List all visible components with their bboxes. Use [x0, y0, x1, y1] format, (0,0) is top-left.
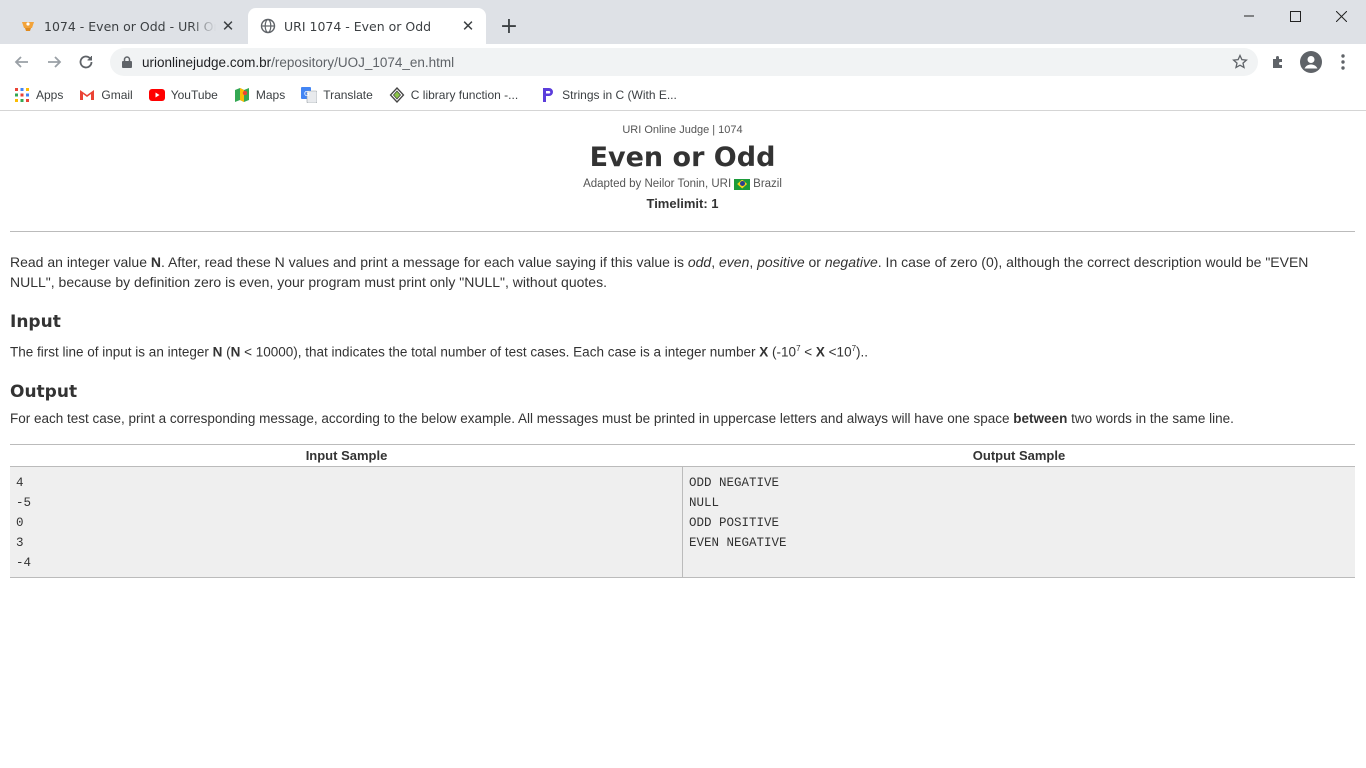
desc-bold-n: N	[150, 254, 161, 270]
bookmark-c-library[interactable]: C library function -...	[389, 87, 518, 103]
bookmark-gmail[interactable]: Gmail	[79, 87, 133, 103]
svg-text:G: G	[304, 90, 309, 98]
problem-description: Read an integer value N. After, read the…	[10, 252, 1355, 292]
bookmark-label: Maps	[255, 88, 286, 102]
desc-text: ,	[749, 254, 758, 270]
desc-text: ,	[711, 254, 719, 270]
problem-author: Adapted by Neilor Tonin, URI Brazil	[10, 178, 1355, 190]
desc-odd: odd	[687, 254, 712, 270]
tab-uri-judge[interactable]: 1074 - Even or Odd - URI Online Judge ✕	[8, 8, 246, 44]
input-sample-cell: 4 -5 0 3 -4	[10, 466, 683, 577]
maximize-icon[interactable]	[1272, 0, 1318, 32]
input-bold: N	[230, 344, 241, 360]
input-text: )..	[856, 344, 869, 360]
bookmark-maps[interactable]: Maps	[234, 87, 285, 103]
desc-positive: positive	[757, 254, 805, 270]
input-text: (	[222, 344, 231, 360]
tab-active[interactable]: URI 1074 - Even or Odd ✕	[248, 8, 486, 44]
input-text: < 10000), that indicates the total numbe…	[240, 344, 760, 360]
output-description: For each test case, print a correspondin…	[10, 410, 1355, 428]
address-bar[interactable]: urionlinejudge.com.br/repository/UOJ_107…	[110, 48, 1258, 76]
bookmark-apps[interactable]: Apps	[14, 87, 63, 103]
samples-table: Input Sample Output Sample 4 -5 0 3 -4 O…	[10, 443, 1355, 578]
url-host: urionlinejudge.com.br	[142, 54, 272, 70]
bookmark-translate[interactable]: G Translate	[301, 87, 373, 103]
youtube-icon	[148, 87, 165, 103]
output-sample-header: Output Sample	[972, 447, 1066, 463]
author-country: Brazil	[753, 178, 782, 190]
tab-strip: 1074 - Even or Odd - URI Online Judge ✕ …	[0, 0, 1366, 44]
input-bold: X	[815, 344, 825, 360]
apps-grid-icon	[14, 87, 30, 103]
bookmark-label: YouTube	[170, 88, 218, 102]
bookmark-label: Strings in C (With E...	[562, 88, 677, 102]
problem-page: URI Online Judge | 1074 Even or Odd Adap…	[10, 112, 1355, 578]
desc-text: . After, read these N values and print a…	[161, 254, 688, 270]
c-library-icon	[389, 87, 405, 103]
desc-even: even	[719, 254, 750, 270]
menu-kebab-icon[interactable]	[1329, 48, 1357, 76]
maps-icon	[234, 87, 250, 103]
back-arrow-icon[interactable]	[8, 48, 36, 76]
tab-title: URI 1074 - Even or Odd	[284, 18, 432, 34]
bookmark-label: Gmail	[101, 88, 133, 102]
output-text: two words in the same line.	[1067, 410, 1234, 426]
forward-arrow-icon[interactable]	[40, 48, 68, 76]
extensions-puzzle-icon[interactable]	[1264, 48, 1292, 76]
brazil-flag-icon	[734, 178, 751, 190]
close-tab-icon[interactable]: ✕	[456, 14, 480, 38]
output-bold: between	[1013, 410, 1068, 426]
profile-avatar-icon[interactable]	[1297, 48, 1325, 76]
input-heading: Input	[10, 312, 61, 332]
input-text: The first line of input is an integer	[10, 344, 213, 360]
translate-icon: G	[301, 87, 318, 103]
samples-header-row: Input Sample Output Sample	[10, 445, 1355, 467]
samples-body-row: 4 -5 0 3 -4 ODD NEGATIVE NULL ODD POSITI…	[10, 466, 1355, 577]
input-description: The first line of input is an integer N …	[10, 340, 1355, 362]
url-text: urionlinejudge.com.br/repository/UOJ_107…	[142, 55, 454, 70]
close-tab-icon[interactable]: ✕	[216, 14, 240, 38]
bookmark-label: Apps	[36, 88, 64, 102]
problem-header: URI Online Judge | 1074 Even or Odd Adap…	[10, 112, 1355, 211]
browser-toolbar: urionlinejudge.com.br/repository/UOJ_107…	[0, 44, 1366, 80]
gmail-icon	[79, 87, 95, 103]
bookmark-strings-in-c[interactable]: Strings in C (With E...	[540, 87, 677, 103]
input-sample-code: 4 -5 0 3 -4	[16, 475, 32, 570]
close-window-icon[interactable]	[1318, 0, 1364, 32]
output-sample-cell: ODD NEGATIVE NULL ODD POSITIVE EVEN NEGA…	[683, 467, 1355, 577]
judge-crumb: URI Online Judge | 1074	[622, 124, 743, 136]
output-heading: Output	[10, 381, 78, 402]
input-text: (-10	[768, 344, 797, 360]
globe-icon	[260, 18, 276, 34]
uri-favicon-icon	[20, 18, 36, 34]
tab-title: 1074 - Even or Odd - URI Online Judge	[44, 18, 216, 34]
page-title: Even or Odd	[589, 142, 776, 173]
input-text: <10	[824, 344, 852, 360]
desc-text: Read an integer value	[10, 254, 151, 270]
programiz-icon	[540, 87, 556, 103]
header-divider	[10, 231, 1355, 232]
lock-icon	[122, 56, 132, 68]
time-limit: Timelimit: 1	[646, 196, 719, 211]
input-text: <	[800, 344, 816, 360]
input-sample-header: Input Sample	[305, 447, 388, 463]
desc-text: or	[804, 254, 825, 270]
bookmark-label: C library function -...	[410, 88, 519, 102]
new-tab-icon[interactable]: +	[497, 14, 521, 39]
bookmark-star-icon[interactable]	[1232, 53, 1248, 74]
output-sample-code: ODD NEGATIVE NULL ODD POSITIVE EVEN NEGA…	[689, 475, 787, 550]
desc-negative: negative	[824, 254, 878, 270]
output-text: For each test case, print a correspondin…	[10, 410, 1014, 426]
minimize-icon[interactable]	[1226, 0, 1272, 32]
input-bold: N	[212, 344, 223, 360]
input-bold: X	[759, 344, 769, 360]
bookmarks-bar: Apps Gmail YouTube Maps G Translate C li…	[0, 80, 1366, 111]
url-path: /repository/UOJ_1074_en.html	[271, 54, 455, 70]
bookmark-youtube[interactable]: YouTube	[148, 87, 218, 103]
reload-icon[interactable]	[72, 48, 100, 76]
bookmark-label: Translate	[323, 88, 373, 102]
author-text: Adapted by Neilor Tonin, URI	[583, 178, 732, 190]
